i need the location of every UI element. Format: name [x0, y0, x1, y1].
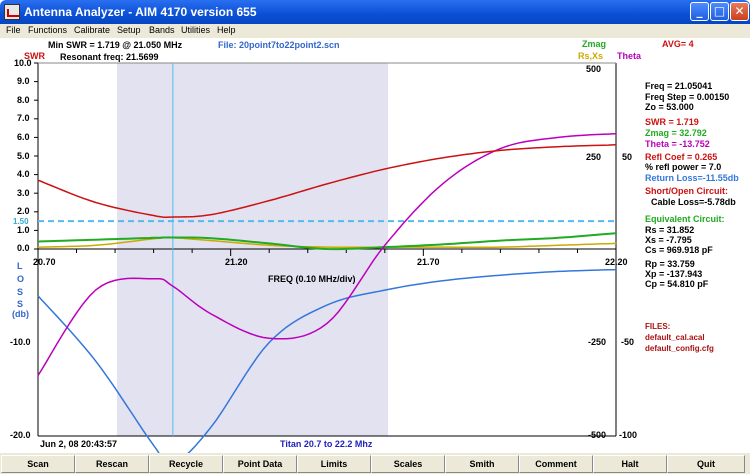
readout-theta: Theta = -13.752	[645, 139, 710, 149]
minimize-icon[interactable]: _	[690, 2, 709, 21]
z-tick-label: -500	[588, 430, 607, 440]
theta-tick-label: 50	[622, 152, 633, 162]
comment-button[interactable]: Comment	[519, 455, 593, 473]
swr-tick-label: 8.0	[17, 95, 30, 105]
readout-xp: Xp = -137.943	[645, 269, 703, 279]
recycle-button[interactable]: Recycle	[149, 455, 223, 473]
swr-tick-label: 1.0	[17, 225, 30, 235]
readout-swr: SWR = 1.719	[645, 117, 699, 127]
freq-tick-label: 20.70	[33, 257, 56, 267]
swr-tick-label: 3.0	[17, 188, 30, 198]
theta-legend: Theta	[617, 51, 642, 61]
swr-tick-label: 5.0	[17, 151, 30, 161]
close-icon[interactable]: ✕	[730, 2, 749, 21]
readout-cp: Cp = 54.810 pF	[645, 279, 709, 289]
quit-button[interactable]: Quit	[667, 455, 745, 473]
menu-functions[interactable]: Functions	[28, 25, 67, 35]
zmag-legend: Zmag	[582, 39, 607, 49]
menu-bar: File Functions Calibrate Setup Bands Uti…	[0, 24, 750, 38]
menu-utilities[interactable]: Utilities	[181, 25, 210, 35]
menu-calibrate[interactable]: Calibrate	[74, 25, 110, 35]
readout-xs: Xs = -7.795	[645, 235, 692, 245]
halt-button[interactable]: Halt	[593, 455, 667, 473]
smith-button[interactable]: Smith	[445, 455, 519, 473]
loss-letter: L	[17, 261, 23, 271]
z-tick-label: 250	[586, 152, 602, 162]
maximize-icon[interactable]: □	[710, 2, 729, 21]
function-button-bar: Scan Rescan Recycle Point Data Limits Sc…	[0, 453, 750, 474]
swr-tick-label: 0.0	[17, 243, 30, 253]
config-file: default_config.cfg	[645, 344, 714, 353]
swr-tick-label: 7.0	[17, 113, 30, 123]
menu-file[interactable]: File	[6, 25, 21, 35]
limits-button[interactable]: Limits	[297, 455, 371, 473]
menu-bands[interactable]: Bands	[149, 25, 175, 35]
freq-axis-label: FREQ (0.10 MHz/div)	[268, 274, 356, 284]
readout-freq: Freq = 21.05041	[645, 81, 713, 91]
readout-rp: Rp = 33.759	[645, 259, 695, 269]
readout-return-loss: Return Loss=-11.55db	[645, 173, 739, 183]
theta-tick-label: -100	[619, 430, 638, 440]
scales-button[interactable]: Scales	[371, 455, 445, 473]
readout-zmag: Zmag = 32.792	[645, 128, 707, 138]
menu-setup[interactable]: Setup	[117, 25, 141, 35]
window-title: Antenna Analyzer - AIM 4170 version 655	[24, 5, 257, 19]
loss-tick-label: -10.0	[10, 337, 31, 347]
loss-letter: O	[17, 274, 25, 284]
readout-equivalent: Equivalent Circuit:	[645, 214, 725, 224]
swr-tick-label: 2.0	[17, 206, 30, 216]
freq-tick-label: 22.20	[605, 257, 628, 267]
rsxs-legend: Rs,Xs	[578, 51, 604, 61]
swr-tick-label: 9.0	[17, 76, 30, 86]
plot-svg	[0, 38, 750, 453]
readout-freq-step: Freq Step = 0.00150	[645, 92, 730, 102]
z-tick-label: -250	[588, 337, 607, 347]
cal-file: default_cal.acal	[645, 333, 705, 342]
theta-tick-label: -50	[621, 337, 635, 347]
freq-tick-label: 21.20	[225, 257, 248, 267]
files-label: FILES:	[645, 322, 671, 331]
avg-readout: AVG= 4	[662, 39, 694, 49]
rescan-button[interactable]: Rescan	[75, 455, 149, 473]
z-tick-label: 500	[586, 64, 602, 74]
point-data-button[interactable]: Point Data	[223, 455, 297, 473]
loss-letter: S	[17, 299, 24, 309]
readout-refl-power: % refl power = 7.0	[645, 162, 722, 172]
readout-short-open: Short/Open Circuit:	[645, 186, 728, 196]
readout-rs: Rs = 31.852	[645, 225, 695, 235]
readout-cable-loss: Cable Loss=-5.78db	[651, 197, 736, 207]
loss-letter: S	[17, 287, 24, 297]
swr-ref-label: 1.50	[13, 217, 29, 226]
swr-tick-label: 6.0	[17, 132, 30, 142]
readout-cs: Cs = 969.918 pF	[645, 245, 713, 255]
title-bar: Antenna Analyzer - AIM 4170 version 655 …	[0, 0, 750, 24]
readout-refl-coef: Refl Coef = 0.265	[645, 152, 718, 162]
min-swr-readout: Min SWR = 1.719 @ 21.050 MHz	[48, 40, 183, 50]
loss-tick-label: -20.0	[10, 430, 31, 440]
freq-tick-label: 21.70	[417, 257, 440, 267]
swr-tick-label: 4.0	[17, 169, 30, 179]
swr-tick-label: 10.0	[14, 58, 32, 68]
scan-timestamp: Jun 2, 08 20:43:57	[40, 439, 118, 449]
app-icon	[4, 4, 20, 20]
band-name: Titan 20.7 to 22.2 Mhz	[280, 439, 373, 449]
scan-button[interactable]: Scan	[1, 455, 75, 473]
loss-unit: (db)	[12, 309, 29, 319]
resonant-freq-readout: Resonant freq: 21.5699	[60, 52, 159, 62]
file-name: File: 20point7to22point2.scn	[218, 40, 340, 50]
menu-help[interactable]: Help	[217, 25, 236, 35]
readout-zo: Zo = 53.000	[645, 102, 694, 112]
